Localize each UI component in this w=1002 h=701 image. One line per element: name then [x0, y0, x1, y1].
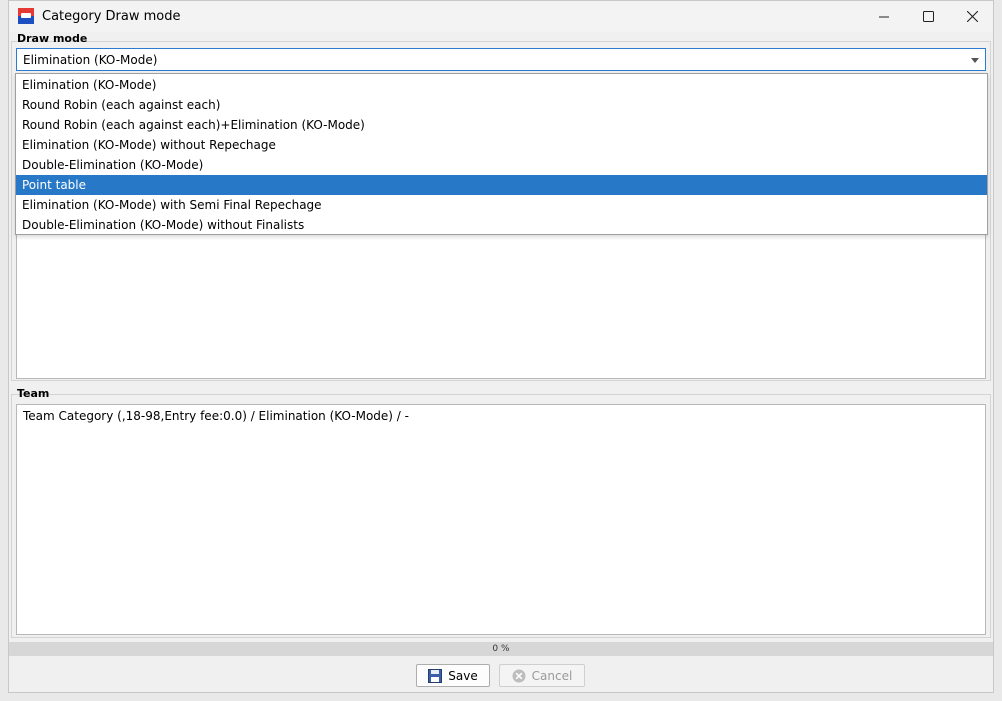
dropdown-option-highlighted[interactable]: Point table	[16, 175, 987, 195]
draw-mode-window: Category Draw mode Draw mode Elimination…	[8, 0, 994, 693]
dropdown-option[interactable]: Elimination (KO-Mode) with Semi Final Re…	[16, 195, 987, 215]
save-button-label: Save	[448, 668, 478, 683]
save-button[interactable]: Save	[416, 664, 490, 687]
chevron-down-icon[interactable]	[971, 58, 979, 63]
dropdown-option[interactable]: Double-Elimination (KO-Mode) without Fin…	[16, 215, 987, 235]
progress-bar: 0 %	[9, 642, 993, 656]
minimize-button[interactable]	[862, 1, 906, 32]
draw-mode-label: Draw mode	[17, 32, 88, 45]
close-button[interactable]	[950, 1, 994, 32]
progress-text: 0 %	[492, 644, 510, 654]
team-category-text: Team Category (,18-98,Entry fee:0.0) / E…	[23, 409, 409, 423]
cancel-circle-icon	[512, 669, 526, 682]
cancel-button-label: Cancel	[531, 668, 573, 683]
title-bar: Category Draw mode	[9, 1, 993, 32]
dropdown-option[interactable]: Round Robin (each against each)	[16, 95, 987, 115]
dropdown-option[interactable]: Elimination (KO-Mode) without Repechage	[16, 135, 987, 155]
maximize-button[interactable]	[906, 1, 950, 32]
window-title: Category Draw mode	[42, 9, 181, 24]
maximize-icon	[922, 11, 934, 22]
dropdown-option[interactable]: Round Robin (each against each)+Eliminat…	[16, 115, 987, 135]
dropdown-option[interactable]: Double-Elimination (KO-Mode)	[16, 155, 987, 175]
team-label: Team	[17, 387, 50, 400]
app-flag-icon	[18, 8, 34, 24]
team-textarea[interactable]: Team Category (,18-98,Entry fee:0.0) / E…	[16, 404, 986, 635]
floppy-disk-icon	[428, 668, 443, 683]
draw-mode-select[interactable]: Elimination (KO-Mode)	[16, 48, 986, 71]
minimize-icon	[879, 16, 889, 17]
close-icon	[966, 11, 978, 22]
dropdown-option[interactable]: Elimination (KO-Mode)	[16, 75, 987, 95]
cancel-button[interactable]: Cancel	[499, 664, 585, 687]
draw-mode-selected-value: Elimination (KO-Mode)	[23, 53, 158, 67]
draw-mode-dropdown-list: Elimination (KO-Mode) Round Robin (each …	[15, 73, 988, 235]
